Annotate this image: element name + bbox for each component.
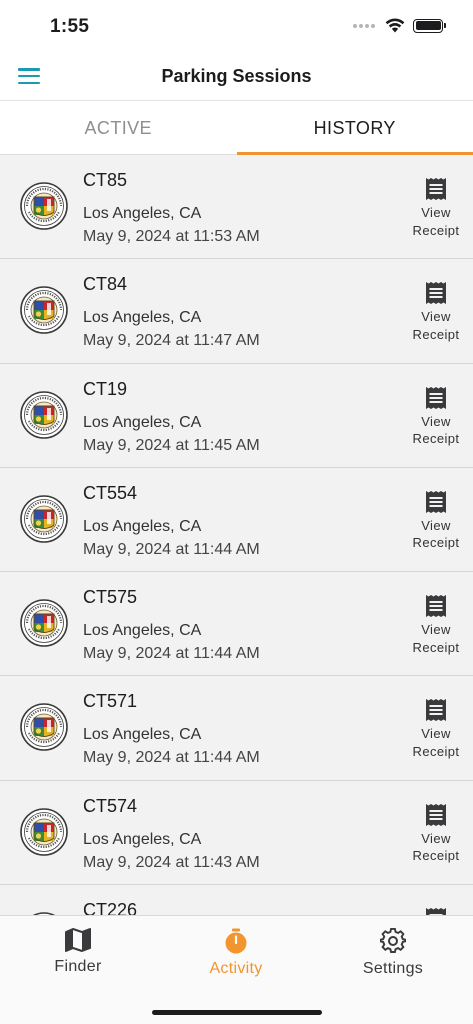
receipt-label-view: View	[421, 309, 451, 325]
bottom-tab-bar: Finder Activity Settings	[0, 915, 473, 1024]
battery-icon	[413, 18, 446, 33]
home-indicator	[152, 1010, 322, 1015]
session-row[interactable]: CT85 Los Angeles, CA May 9, 2024 at 11:5…	[0, 155, 473, 260]
session-date: May 9, 2024 at 11:44 AM	[83, 645, 260, 663]
receipt-icon	[426, 595, 446, 618]
receipt-label-view: View	[421, 205, 451, 220]
receipt-icon	[426, 282, 446, 305]
receipt-icon	[426, 908, 446, 915]
session-row[interactable]: CT226 View Receipt	[0, 885, 473, 915]
session-zone: CT85	[83, 170, 128, 190]
receipt-label-view: View	[421, 726, 451, 742]
session-city: Los Angeles, CA	[83, 517, 202, 535]
view-receipt-button[interactable]: View Receipt	[409, 177, 463, 239]
receipt-label-view: View	[421, 517, 451, 533]
receipt-icon	[426, 803, 446, 826]
session-zone: CT574	[83, 795, 138, 816]
session-row[interactable]: CT554 Los Angeles, CA May 9, 2024 at 11:…	[0, 467, 473, 573]
session-zone: CT84	[83, 274, 128, 295]
session-date: May 9, 2024 at 11:47 AM	[83, 332, 260, 350]
receipt-label-view: View	[421, 622, 451, 638]
session-zone: CT554	[83, 482, 138, 503]
receipt-label-receipt: Receipt	[412, 431, 460, 447]
receipt-label-receipt: Receipt	[412, 743, 460, 759]
session-row[interactable]: CT19 Los Angeles, CA May 9, 2024 at 11:4…	[0, 363, 473, 468]
tab-finder[interactable]: Finder	[18, 928, 138, 976]
session-date: May 9, 2024 at 11:44 AM	[83, 749, 260, 767]
status-time: 1:55	[50, 16, 90, 37]
session-date: May 9, 2024 at 11:43 AM	[83, 853, 260, 871]
tab-history[interactable]: HISTORY	[236, 101, 473, 155]
session-list[interactable]: CT85 Los Angeles, CA May 9, 2024 at 11:5…	[0, 155, 473, 915]
receipt-label-receipt: Receipt	[412, 222, 460, 238]
session-city: Los Angeles, CA	[83, 205, 202, 222]
receipt-label-view: View	[421, 830, 451, 846]
session-date: May 9, 2024 at 11:53 AM	[83, 228, 260, 245]
view-receipt-button[interactable]: View Receipt	[409, 803, 463, 865]
receipt-label-receipt: Receipt	[412, 535, 460, 551]
receipt-icon	[426, 490, 446, 513]
view-receipt-button[interactable]: View Receipt	[409, 386, 463, 448]
receipt-icon	[426, 699, 446, 722]
tab-settings[interactable]: Settings	[333, 928, 453, 978]
tab-activity[interactable]: Activity	[176, 928, 296, 978]
view-receipt-button[interactable]: View Receipt	[409, 907, 463, 915]
session-row[interactable]: CT571 Los Angeles, CA May 9, 2024 at 11:…	[0, 676, 473, 781]
session-date: May 9, 2024 at 11:44 AM	[83, 540, 260, 558]
tab-settings-label: Settings	[362, 960, 424, 977]
session-row[interactable]: CT575 Los Angeles, CA May 9, 2024 at 11:…	[0, 572, 473, 677]
session-zone: CT575	[83, 587, 138, 608]
view-receipt-button[interactable]: View Receipt	[409, 698, 463, 760]
session-zone: CT571	[83, 691, 138, 712]
view-receipt-button[interactable]: View Receipt	[409, 594, 463, 656]
wifi-icon	[385, 18, 405, 33]
city-seal-icon	[20, 390, 68, 439]
session-city: Los Angeles, CA	[83, 413, 202, 431]
session-city: Los Angeles, CA	[83, 622, 202, 640]
tab-finder-label: Finder	[54, 958, 102, 975]
receipt-label-view: View	[421, 413, 451, 429]
session-row[interactable]: CT84 Los Angeles, CA May 9, 2024 at 11:4…	[0, 259, 473, 364]
city-seal-icon	[20, 599, 68, 647]
receipt-icon	[426, 386, 446, 409]
tab-active[interactable]: ACTIVE	[0, 101, 237, 154]
gear-icon	[380, 928, 406, 953]
receipt-label-receipt: Receipt	[412, 848, 460, 864]
navigation-bar: Parking Sessions	[0, 54, 473, 100]
status-icons	[353, 18, 446, 33]
receipt-label-receipt: Receipt	[412, 326, 460, 342]
signal-icon	[353, 23, 375, 28]
view-receipt-button[interactable]: View Receipt	[409, 490, 463, 552]
session-zone: CT226	[83, 900, 138, 915]
session-date: May 9, 2024 at 11:45 AM	[83, 436, 260, 454]
city-seal-icon	[20, 703, 68, 752]
city-seal-icon	[20, 495, 68, 543]
receipt-label-receipt: Receipt	[412, 639, 460, 655]
timer-icon	[225, 928, 247, 954]
session-city: Los Angeles, CA	[83, 309, 202, 327]
status-bar: 1:55	[0, 0, 473, 54]
tab-activity-label: Activity	[209, 960, 263, 977]
session-tabs: ACTIVE HISTORY	[0, 100, 473, 155]
city-seal-icon	[20, 807, 68, 856]
session-city: Los Angeles, CA	[83, 726, 202, 744]
receipt-icon	[426, 178, 446, 200]
view-receipt-button[interactable]: View Receipt	[409, 281, 463, 343]
page-title: Parking Sessions	[161, 66, 312, 86]
city-seal-icon	[20, 182, 68, 230]
session-row[interactable]: CT574 Los Angeles, CA May 9, 2024 at 11:…	[0, 780, 473, 886]
session-zone: CT19	[83, 378, 128, 399]
map-icon	[65, 928, 91, 952]
city-seal-icon	[20, 286, 68, 335]
session-city: Los Angeles, CA	[83, 830, 202, 848]
